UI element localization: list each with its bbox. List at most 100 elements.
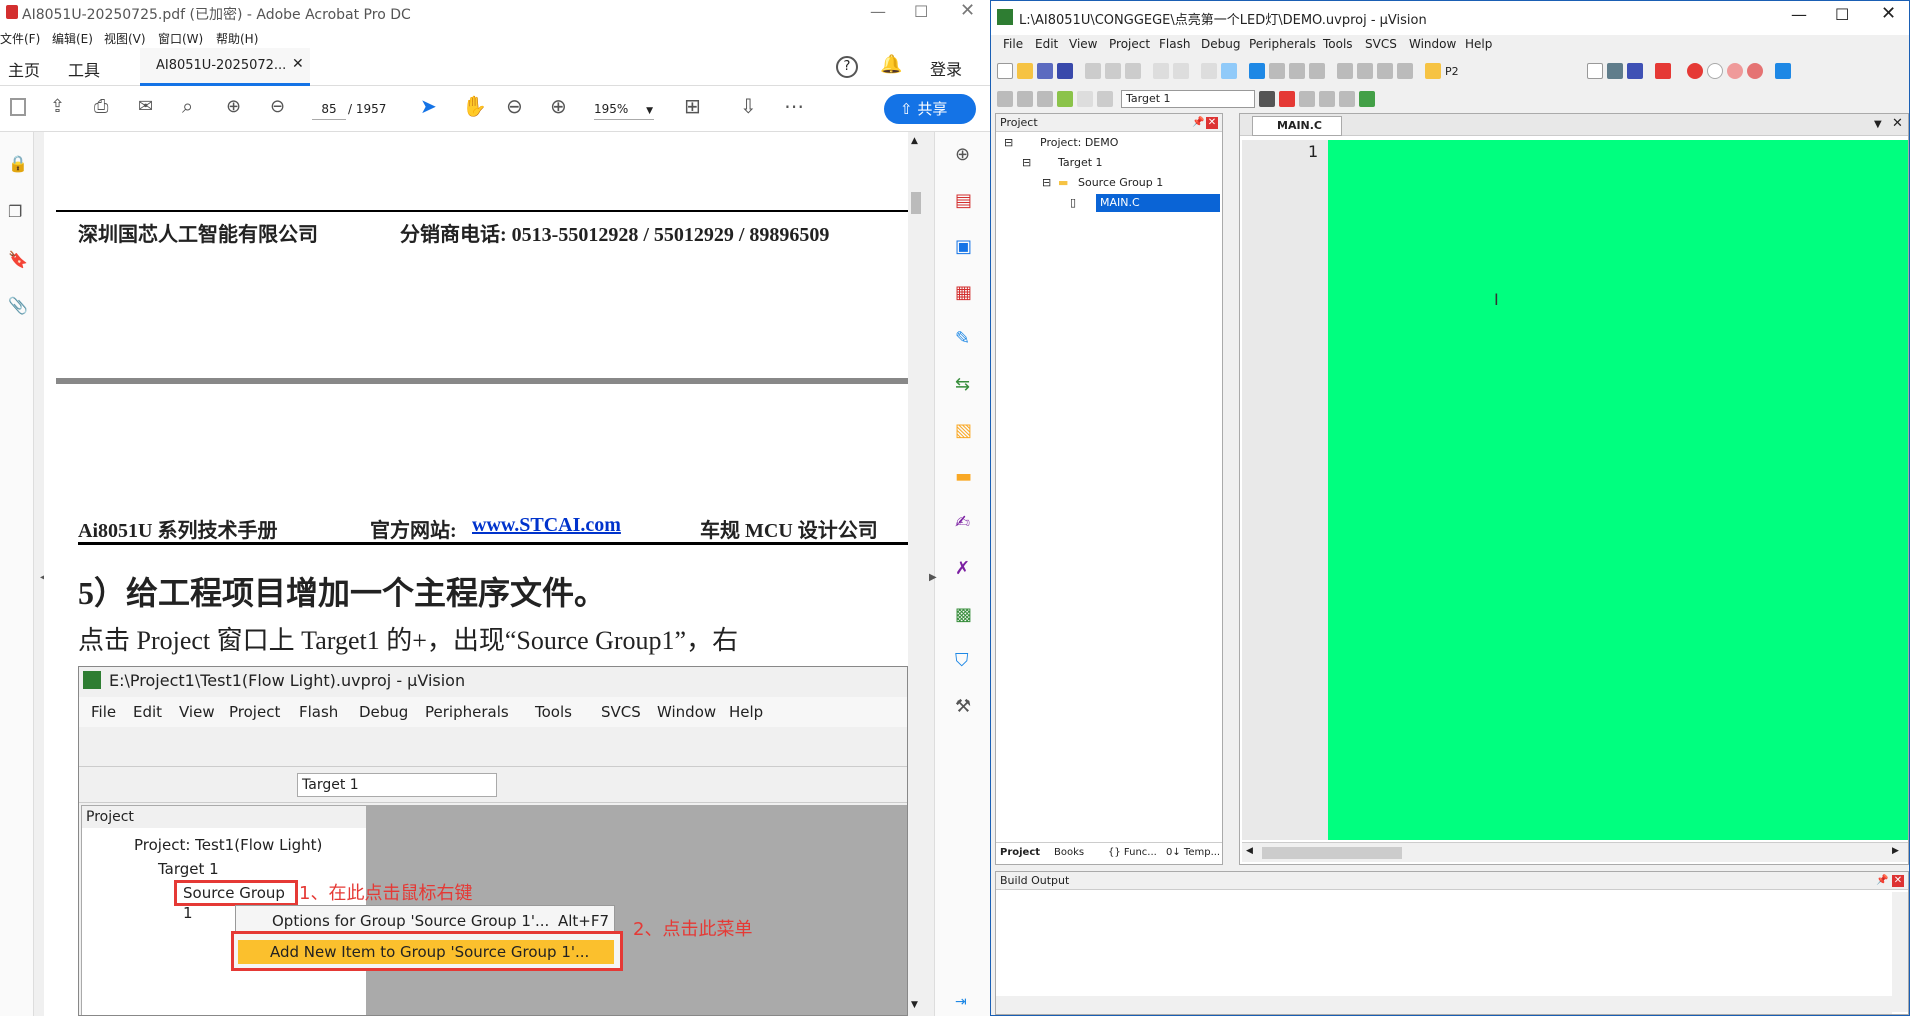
organize-pages-icon[interactable]: ▦	[955, 282, 972, 303]
edit-pdf-icon[interactable]: ✎	[955, 328, 970, 349]
nav-back-icon[interactable]	[1201, 63, 1217, 79]
clear-bookmarks-icon[interactable]	[1309, 63, 1325, 79]
nav-forward-icon[interactable]	[1221, 63, 1237, 79]
tab-templates[interactable]: 0↓ Temp...	[1166, 847, 1220, 858]
pin-icon[interactable]: 📌	[1192, 114, 1204, 132]
menu-svcs[interactable]: SVCS	[1365, 37, 1397, 51]
minimize-icon[interactable]: —	[1791, 5, 1807, 24]
menu-edit[interactable]: Edit	[1035, 37, 1058, 51]
compare-icon[interactable]: ⇆	[955, 374, 970, 395]
scroll-up-icon[interactable]: ▲	[911, 136, 918, 146]
debug-session-icon[interactable]	[1626, 63, 1643, 79]
zoom-debug-icon[interactable]	[1654, 63, 1671, 79]
menu-help[interactable]: Help	[1465, 37, 1492, 51]
page-number-input[interactable]: 85	[312, 98, 346, 120]
maximize-icon[interactable]: ☐	[914, 2, 928, 21]
redo-icon[interactable]	[1173, 63, 1189, 79]
collapse-right-icon[interactable]: ▶	[929, 572, 937, 583]
kill-breakpoints-icon[interactable]	[1746, 63, 1763, 79]
disable-breakpoint-icon[interactable]	[1706, 63, 1723, 79]
minimize-icon[interactable]: —	[870, 2, 886, 21]
cut-icon[interactable]	[1085, 63, 1101, 79]
next-page-icon[interactable]: ⊖	[270, 96, 285, 117]
rebuild-icon[interactable]	[1037, 91, 1053, 107]
close-icon[interactable]: ✕	[1892, 875, 1904, 887]
menu-view[interactable]: 视图(V)	[104, 30, 146, 47]
pdf-scrollbar[interactable]: ▲ ▼	[908, 132, 924, 1016]
event-recorder-icon[interactable]	[1339, 91, 1355, 107]
code-area[interactable]: I	[1328, 140, 1908, 840]
header-site-link[interactable]: www.STCAI.com	[472, 514, 621, 537]
uncomment-icon[interactable]	[1397, 63, 1413, 79]
new-file-icon[interactable]	[997, 63, 1013, 79]
share-button[interactable]: ⇧ 共享	[884, 94, 976, 124]
zoom-select[interactable]: 195% ▼	[594, 98, 654, 120]
tab-home[interactable]: 主页	[8, 57, 40, 81]
scroll-thumb[interactable]	[1262, 847, 1402, 859]
zoom-tool-icon[interactable]: ⊕	[955, 144, 970, 165]
more-icon[interactable]: ⋯	[784, 94, 804, 118]
close-icon[interactable]: ✕	[1206, 117, 1218, 129]
redact-icon[interactable]: ✗	[955, 558, 970, 579]
menu-window[interactable]: Window	[1409, 37, 1456, 51]
bookmark-icon[interactable]	[1249, 63, 1265, 79]
copy-icon[interactable]	[1105, 63, 1121, 79]
upload-icon[interactable]: ⇪	[50, 96, 65, 117]
tree-target[interactable]: Target 1	[1058, 156, 1103, 169]
close-icon[interactable]: ✕	[1892, 115, 1903, 133]
tab-books[interactable]: Books	[1054, 847, 1084, 858]
find-dropdown-icon[interactable]	[1586, 63, 1603, 79]
unindent-icon[interactable]	[1357, 63, 1373, 79]
paste-icon[interactable]	[1125, 63, 1141, 79]
manage-rte-icon[interactable]	[1319, 91, 1335, 107]
indent-icon[interactable]	[1337, 63, 1353, 79]
comment-icon[interactable]	[1377, 63, 1393, 79]
fill-sign-icon[interactable]: ▧	[955, 420, 972, 441]
incremental-find-icon[interactable]	[1606, 63, 1623, 79]
tree-expand-icon[interactable]: ⊟	[1042, 176, 1051, 189]
menu-debug[interactable]: Debug	[1201, 37, 1240, 51]
zoom-out-icon[interactable]: ⊖	[506, 94, 523, 118]
export-pdf-icon[interactable]: ▤	[955, 190, 972, 211]
disable-all-breakpoints-icon[interactable]	[1726, 63, 1743, 79]
tab-main-c[interactable]: MAIN.C	[1252, 116, 1342, 136]
next-bookmark-icon[interactable]	[1289, 63, 1305, 79]
stop-build-icon[interactable]	[1077, 91, 1093, 107]
print-icon[interactable]: ⎙	[94, 96, 108, 117]
tab-tools[interactable]: 工具	[68, 57, 100, 81]
find-in-files-icon[interactable]	[1425, 63, 1441, 79]
tree-project[interactable]: Project: DEMO	[1040, 136, 1118, 149]
prev-bookmark-icon[interactable]	[1269, 63, 1285, 79]
menu-help[interactable]: 帮助(H)	[216, 30, 258, 47]
save-icon[interactable]	[10, 98, 26, 116]
select-packs-icon[interactable]	[1299, 91, 1315, 107]
find-input[interactable]	[1462, 63, 1583, 79]
pin-icon[interactable]: 📌	[1876, 872, 1888, 890]
menu-peripherals[interactable]: Peripherals	[1249, 37, 1316, 51]
fit-page-icon[interactable]: ⊞	[684, 94, 701, 118]
menu-file[interactable]: File	[1003, 37, 1023, 51]
scroll-thumb[interactable]	[911, 192, 921, 214]
menu-project[interactable]: Project	[1109, 37, 1150, 51]
download-icon[interactable]	[1097, 91, 1113, 107]
scroll-left-icon[interactable]: ◀	[1246, 846, 1253, 856]
tab-close-icon[interactable]: ✕	[292, 56, 304, 72]
menu-file[interactable]: 文件(F)	[0, 30, 40, 47]
menu-view[interactable]: View	[1069, 37, 1097, 51]
close-icon[interactable]: ✕	[960, 0, 975, 21]
target-select[interactable]: Target 1	[1121, 90, 1255, 108]
build-vscrollbar[interactable]	[1892, 892, 1908, 1012]
undo-icon[interactable]	[1153, 63, 1169, 79]
menu-edit[interactable]: 编辑(E)	[52, 30, 93, 47]
save-icon[interactable]	[1037, 63, 1053, 79]
zoom-in-icon[interactable]: ⊕	[550, 94, 567, 118]
bell-icon[interactable]: 🔔	[880, 54, 902, 75]
bookmark-icon[interactable]: 🔖	[8, 250, 28, 269]
tree-main-c[interactable]: MAIN.C	[1096, 194, 1220, 212]
comment-icon[interactable]: ▬	[955, 466, 972, 487]
protect-icon[interactable]: ⛉	[955, 650, 969, 671]
search-icon[interactable]: ⌕	[182, 94, 193, 118]
menu-flash[interactable]: Flash	[1159, 37, 1190, 51]
scroll-right-icon[interactable]: ▶	[1892, 846, 1899, 856]
help-icon[interactable]: ?	[836, 56, 858, 78]
